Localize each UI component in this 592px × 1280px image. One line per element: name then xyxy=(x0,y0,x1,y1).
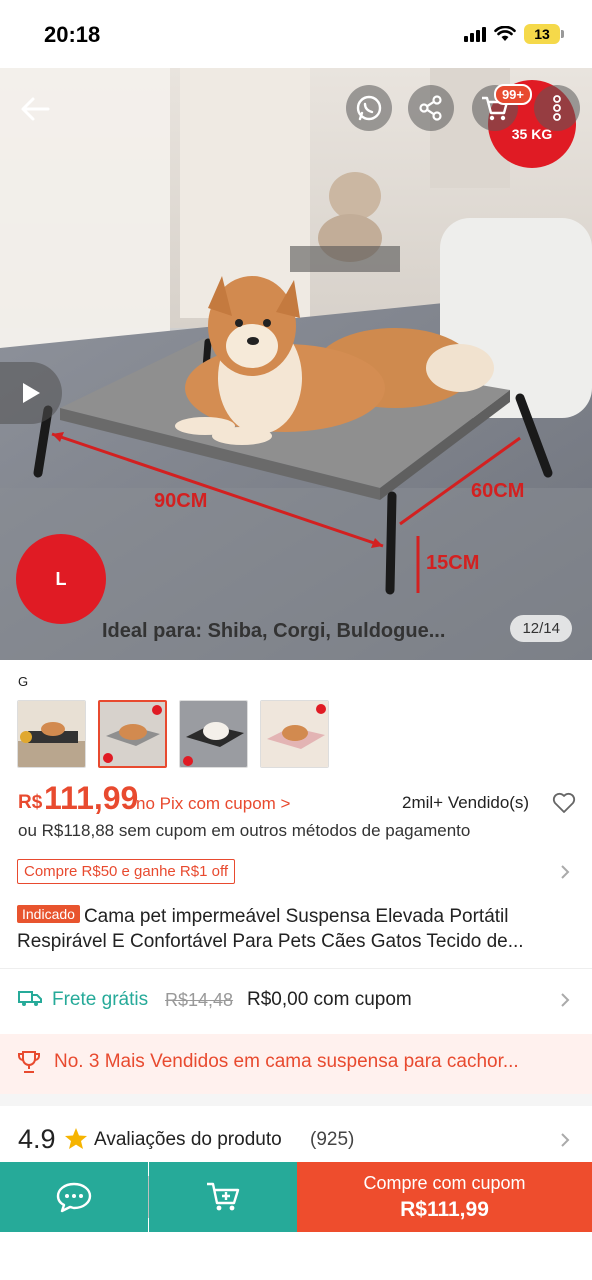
alt-price-text: ou R$118,88 sem cupom em outros métodos … xyxy=(18,821,471,840)
more-button[interactable] xyxy=(534,85,580,131)
dimension-width: 90CM xyxy=(154,490,208,512)
selected-variant-name: G xyxy=(18,674,29,689)
dimension-height: 15CM xyxy=(426,552,480,574)
reviews-label: Avaliações do produto xyxy=(94,1129,282,1150)
variant-thumbnail[interactable] xyxy=(17,700,86,768)
best-seller-banner[interactable]: No. 3 Mais Vendidos em cama suspensa par… xyxy=(0,1034,592,1094)
truck-icon xyxy=(18,991,42,1006)
buy-with-coupon-button[interactable]: Compre com cupom R$111,99 xyxy=(297,1162,592,1232)
product-title: Indicado Cama pet impermeável Suspensa El… xyxy=(17,902,572,954)
battery-level: 13 xyxy=(524,24,560,44)
whatsapp-icon xyxy=(356,95,382,121)
battery-icon: 13 xyxy=(524,24,564,44)
best-seller-text: No. 3 Mais Vendidos em cama suspensa par… xyxy=(54,1051,519,1072)
wifi-icon xyxy=(494,26,516,41)
status-bar: 20:18 13 xyxy=(0,0,592,68)
size-badge: L xyxy=(16,534,106,624)
bottom-action-bar: Compre com cupom R$111,99 xyxy=(0,1162,592,1232)
chevron-right-icon xyxy=(561,1133,570,1147)
variant-thumbnail-selected[interactable] xyxy=(98,700,167,768)
variant-thumbnail[interactable] xyxy=(260,700,329,768)
free-shipping-label: Frete grátis xyxy=(52,989,149,1010)
shipping-new-price: R$0,00 com cupom xyxy=(247,989,412,1010)
price-row: R$ 111,99 no Pix com cupom > 2mil+ Vendi… xyxy=(18,780,578,820)
status-icons: 13 xyxy=(464,24,564,44)
variant-thumbnails xyxy=(17,700,329,768)
recommended-tag: Indicado xyxy=(17,905,80,923)
price-currency: R$ xyxy=(18,792,43,813)
pix-coupon-link[interactable]: no Pix com cupom > xyxy=(136,794,291,814)
coupon-row[interactable]: Compre R$50 e ganhe R$1 off xyxy=(0,856,592,888)
shipping-old-price: R$14,48 xyxy=(165,990,234,1010)
divider xyxy=(0,968,592,969)
image-page-counter: 12/14 xyxy=(510,615,572,642)
shipping-row[interactable]: Frete grátis R$14,48 R$0,00 com cupom xyxy=(0,980,592,1020)
whatsapp-button[interactable] xyxy=(346,85,392,131)
play-video-button[interactable] xyxy=(0,362,62,424)
product-image-gallery[interactable]: 90CM 60CM 15CM 35 KG 99+ L Ideal para: S… xyxy=(0,68,592,660)
chat-button[interactable] xyxy=(0,1162,148,1232)
play-icon xyxy=(23,383,40,403)
product-title-line2: Respirável E Confortável Para Pets Cães … xyxy=(17,931,524,952)
trophy-icon xyxy=(18,1051,40,1073)
chevron-right-icon xyxy=(561,993,570,1007)
reviews-count: (925) xyxy=(310,1129,355,1150)
signal-icon xyxy=(464,26,486,42)
more-icon xyxy=(553,95,561,121)
chevron-right-icon xyxy=(561,865,570,879)
favorite-heart-icon[interactable] xyxy=(552,792,576,814)
variant-thumbnail[interactable] xyxy=(179,700,248,768)
status-time: 20:18 xyxy=(44,22,101,47)
share-icon xyxy=(419,95,442,121)
dimension-depth: 60CM xyxy=(471,480,525,502)
coupon-tag: Compre R$50 e ganhe R$1 off xyxy=(17,859,236,884)
home-indicator-area xyxy=(0,1232,592,1280)
buy-button-price: R$111,99 xyxy=(400,1197,489,1221)
price-value: 111,99 xyxy=(44,780,139,816)
image-caption: Ideal para: Shiba, Corgi, Buldogue... xyxy=(102,620,446,642)
section-gap xyxy=(0,1094,592,1106)
rating-row[interactable]: 4.9 Avaliações do produto (925) xyxy=(0,1106,592,1162)
sold-count: 2mil+ Vendido(s) xyxy=(402,793,530,812)
star-icon xyxy=(65,1128,87,1149)
buy-button-label: Compre com cupom xyxy=(363,1172,526,1193)
product-title-line1: Cama pet impermeável Suspensa Elevada Po… xyxy=(83,906,509,927)
share-button[interactable] xyxy=(408,85,454,131)
add-to-cart-icon xyxy=(207,1182,240,1211)
back-arrow-icon xyxy=(21,97,50,121)
back-button[interactable] xyxy=(12,86,58,132)
chat-icon xyxy=(56,1182,92,1213)
cart-count-badge: 99+ xyxy=(493,84,532,105)
add-to-cart-button[interactable] xyxy=(149,1162,297,1232)
rating-score: 4.9 xyxy=(18,1124,56,1154)
